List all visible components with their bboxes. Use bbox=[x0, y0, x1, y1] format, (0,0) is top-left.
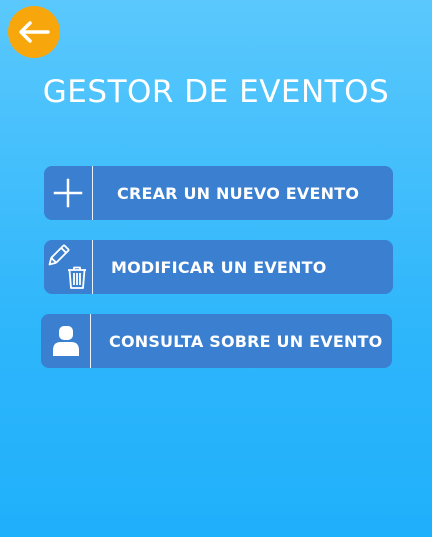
create-icon-cell bbox=[44, 166, 93, 220]
arrow-left-icon bbox=[19, 21, 50, 43]
page-title: GESTOR DE EVENTOS bbox=[42, 74, 390, 110]
query-icon-cell bbox=[41, 314, 91, 368]
query-event-label: CONSULTA SOBRE UN EVENTO bbox=[109, 331, 383, 351]
user-icon bbox=[52, 326, 79, 356]
create-event-button[interactable]: CREAR UN NUEVO EVENTO bbox=[44, 166, 393, 220]
modify-event-button[interactable]: MODIFICAR UN EVENTO bbox=[44, 240, 393, 294]
modify-event-label: MODIFICAR UN EVENTO bbox=[111, 257, 327, 277]
create-event-label: CREAR UN NUEVO EVENTO bbox=[117, 183, 360, 203]
modify-icon-cell bbox=[44, 240, 93, 294]
plus-icon bbox=[53, 178, 83, 208]
back-button[interactable] bbox=[8, 6, 60, 58]
pencil-trash-icon bbox=[48, 244, 86, 289]
query-event-button[interactable]: CONSULTA SOBRE UN EVENTO bbox=[41, 314, 392, 368]
